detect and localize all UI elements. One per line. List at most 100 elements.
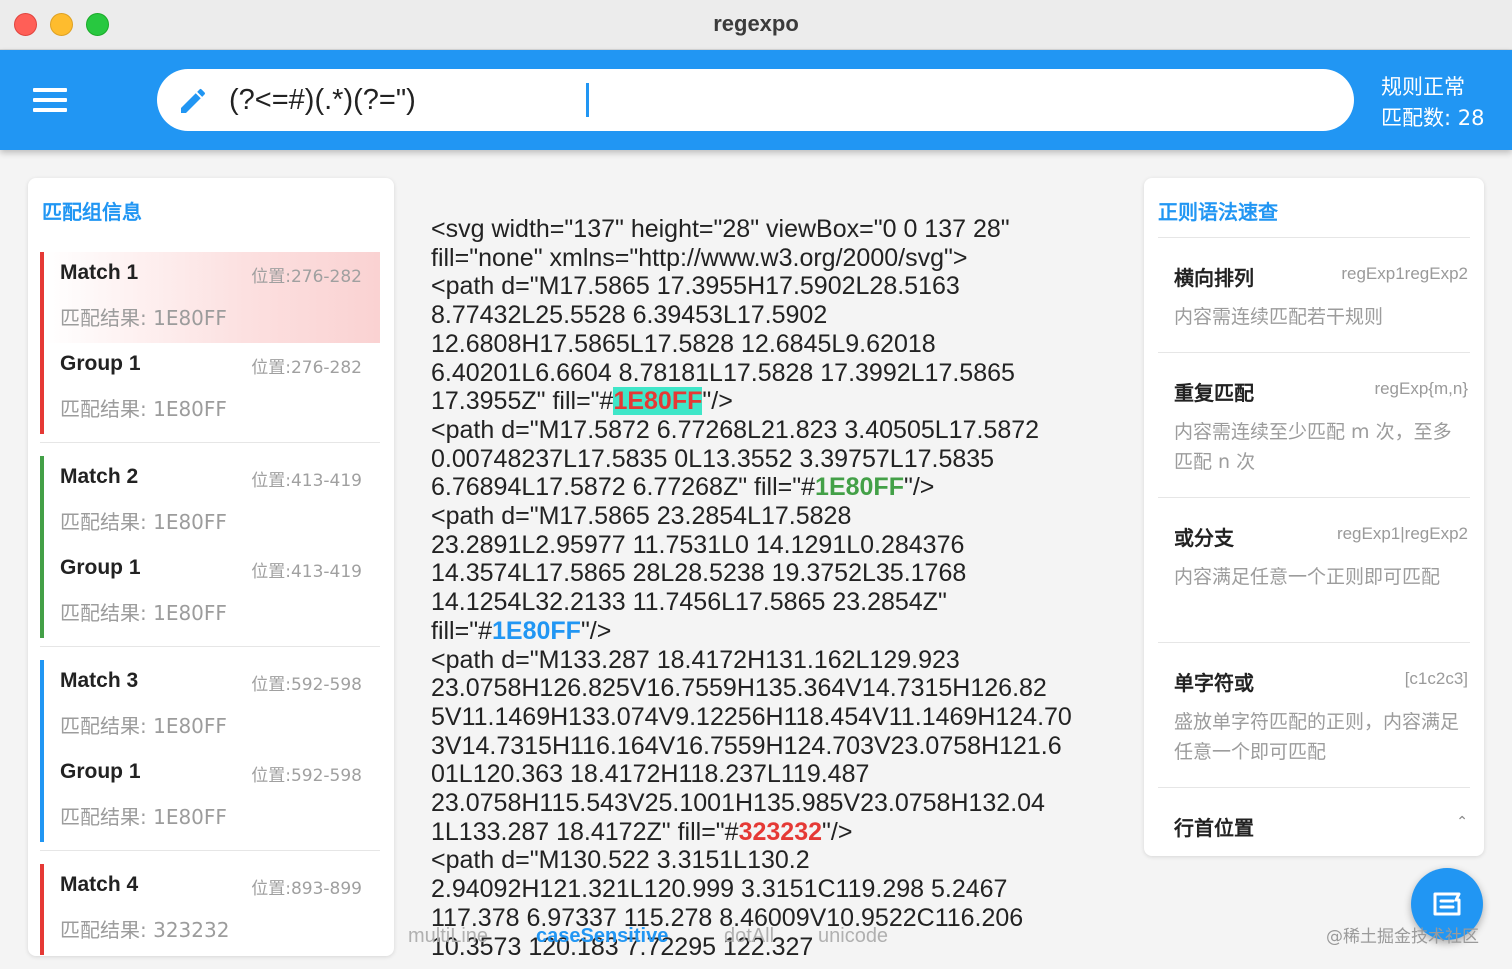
flag-case-sensitive[interactable]: caseSensitive bbox=[536, 925, 668, 948]
cheatsheet-item-code: [c1c2c3] bbox=[1404, 669, 1468, 688]
match-position: 位置:413-419 bbox=[251, 471, 362, 491]
code-line: 3V14.7315H116.164V16.7559H124.703V23.075… bbox=[431, 731, 1062, 760]
menu-icon[interactable] bbox=[33, 88, 67, 113]
regex-input[interactable] bbox=[229, 79, 1329, 121]
regex-search-bar bbox=[157, 69, 1354, 131]
group-row[interactable]: Group 1 位置:592-598 匹配结果: 1E80FF bbox=[44, 751, 380, 842]
panel-title: 正则语法速查 bbox=[1158, 200, 1278, 224]
code-line: <path d="M17.5872 6.77268L21.823 3.40505… bbox=[431, 415, 1040, 444]
match-result: 匹配结果: 1E80FF bbox=[60, 714, 227, 738]
cheatsheet-item-title: 重复匹配 bbox=[1174, 381, 1254, 405]
chevron-up-icon[interactable]: ⌃ bbox=[1456, 814, 1468, 830]
divider bbox=[40, 442, 380, 443]
match-position: 位置:592-598 bbox=[251, 675, 362, 695]
code-line: 12.6808H17.5865L17.5828 12.6845L9.62018 bbox=[431, 329, 936, 358]
syntax-cheatsheet-panel: 正则语法速查 横向排列 regExp1regExp2 内容需连续匹配若干规则 重… bbox=[1144, 178, 1484, 856]
code-line: 14.1254L32.2133 11.7456L17.5865 23.2854Z… bbox=[431, 588, 947, 617]
group-position: 位置:592-598 bbox=[251, 766, 362, 786]
divider bbox=[1158, 787, 1470, 788]
divider bbox=[1158, 497, 1470, 498]
status-rule-text: 规则正常 bbox=[1381, 75, 1465, 99]
cheatsheet-item-code: regExp{m,n} bbox=[1374, 379, 1468, 398]
cheatsheet-item-code: regExp1|regExp2 bbox=[1336, 524, 1468, 543]
divider bbox=[1158, 237, 1470, 238]
code-line: 14.3574L17.5865 28L28.5238 19.3752L35.17… bbox=[431, 559, 967, 588]
match-title: Match 1 bbox=[60, 261, 139, 284]
test-text-area[interactable]: <svg width="137" height="28" viewBox="0 … bbox=[431, 215, 1111, 961]
match-title: Match 3 bbox=[60, 669, 139, 692]
match-position: 位置:893-899 bbox=[251, 879, 362, 899]
app-bar: 规则正常 匹配数: 28 bbox=[0, 50, 1512, 150]
code-line-highlight: fill="#1E80FF"/> bbox=[431, 616, 612, 645]
cheatsheet-item[interactable]: 横向排列 regExp1regExp2 内容需连续匹配若干规则 bbox=[1144, 262, 1484, 352]
code-line: 01L120.363 18.4172H118.237L119.487 bbox=[431, 760, 870, 789]
code-line: 23.2891L2.95977 11.7531L0 14.1291L0.2843… bbox=[431, 530, 965, 559]
match-position: 位置:276-282 bbox=[251, 267, 362, 287]
cheatsheet-item[interactable]: 单字符或 [c1c2c3] 盛放单字符匹配的正则，内容满足任意一个即可匹配 bbox=[1144, 667, 1484, 787]
text-caret bbox=[586, 83, 589, 117]
regex-status: 规则正常 匹配数: 28 bbox=[1381, 72, 1484, 134]
group-title: Group 1 bbox=[60, 556, 141, 579]
code-line: 23.0758H115.543V25.1001H135.985V23.0758H… bbox=[431, 789, 1045, 818]
group-position: 位置:413-419 bbox=[251, 562, 362, 582]
code-lines: <path d="M17.5865 23.2854L17.5828 23.2891… bbox=[431, 502, 1111, 617]
flag-multiline[interactable]: multiLine bbox=[408, 925, 488, 948]
divider bbox=[40, 850, 380, 851]
group-row[interactable]: Group 1 位置:276-282 匹配结果: 1E80FF bbox=[44, 343, 380, 434]
match-row[interactable]: Match 4 位置:893-899 匹配结果: 323232 bbox=[44, 864, 380, 955]
cheatsheet-item-code: regExp1regExp2 bbox=[1341, 264, 1468, 283]
cheatsheet-item-desc: 盛放单字符匹配的正则，内容满足任意一个即可匹配 bbox=[1174, 711, 1460, 763]
code-line: 0.00748237L17.5835 0L13.3552 3.39757L17.… bbox=[431, 444, 995, 473]
match-block[interactable]: Match 1 位置:276-282 匹配结果: 1E80FF Group 1 … bbox=[40, 252, 380, 434]
group-title: Group 1 bbox=[60, 760, 141, 783]
match-block[interactable]: Match 4 位置:893-899 匹配结果: 323232 bbox=[40, 864, 380, 955]
group-position: 位置:276-282 bbox=[251, 358, 362, 378]
code-lines: <path d="M17.5872 6.77268L21.823 3.40505… bbox=[431, 416, 1111, 473]
code-line-highlight: 1L133.287 18.4172Z" fill="#323232"/> bbox=[431, 817, 853, 846]
status-match-count: 匹配数: 28 bbox=[1381, 106, 1485, 130]
code-lines: <svg width="137" height="28" viewBox="0 … bbox=[431, 215, 1111, 387]
match-highlight: 1E80FF bbox=[492, 616, 581, 645]
match-result: 匹配结果: 1E80FF bbox=[60, 510, 227, 534]
code-line: 5V11.1469H133.074V9.12256H118.454V11.146… bbox=[431, 702, 1072, 731]
code-line: fill="none" xmlns="http://www.w3.org/200… bbox=[431, 243, 968, 272]
cheatsheet-item-title: 行首位置 bbox=[1174, 816, 1254, 840]
cheatsheet-item[interactable]: 重复匹配 regExp{m,n} 内容需连续至少匹配 m 次，至多匹配 n 次 bbox=[1144, 377, 1484, 497]
code-line: 6.40201L6.6604 8.78181L17.5828 17.3992L1… bbox=[431, 358, 1015, 387]
match-highlight: 1E80FF bbox=[815, 473, 904, 502]
code-lines: <path d="M133.287 18.4172H131.162L129.92… bbox=[431, 646, 1111, 818]
cheatsheet-item[interactable]: 行首位置 ⌃ bbox=[1144, 812, 1484, 852]
match-highlight: 323232 bbox=[738, 817, 823, 846]
code-line: <svg width="137" height="28" viewBox="0 … bbox=[431, 215, 1010, 243]
match-block[interactable]: Match 3 位置:592-598 匹配结果: 1E80FF Group 1 … bbox=[40, 660, 380, 842]
code-line: <path d="M17.5865 17.3955H17.5902L28.516… bbox=[431, 272, 960, 301]
match-title: Match 4 bbox=[60, 873, 139, 896]
match-result: 匹配结果: 1E80FF bbox=[60, 306, 227, 330]
code-line: <path d="M133.287 18.4172H131.162L129.92… bbox=[431, 645, 960, 674]
code-line: 23.0758H126.825V16.7559H135.364V14.7315H… bbox=[431, 674, 1047, 703]
code-line-highlight: 17.3955Z" fill="#1E80FF"/> bbox=[431, 387, 733, 416]
window-title: regexpo bbox=[713, 11, 799, 36]
match-row[interactable]: Match 1 位置:276-282 匹配结果: 1E80FF bbox=[44, 252, 380, 343]
match-row[interactable]: Match 3 位置:592-598 匹配结果: 1E80FF bbox=[44, 660, 380, 751]
cheatsheet-item-desc: 内容需连续至少匹配 m 次，至多匹配 n 次 bbox=[1174, 421, 1452, 473]
group-result: 匹配结果: 1E80FF bbox=[60, 397, 227, 421]
code-line-highlight: 6.76894L17.5872 6.77268Z" fill="#1E80FF"… bbox=[431, 473, 935, 502]
flag-dotall[interactable]: dotAll bbox=[724, 925, 774, 948]
cheatsheet-item-title: 单字符或 bbox=[1174, 671, 1254, 695]
code-line: <path d="M130.522 3.3151L130.2 bbox=[431, 846, 810, 875]
match-block[interactable]: Match 2 位置:413-419 匹配结果: 1E80FF Group 1 … bbox=[40, 456, 380, 638]
cheatsheet-item-title: 横向排列 bbox=[1174, 266, 1254, 290]
match-result: 匹配结果: 323232 bbox=[60, 918, 230, 942]
group-row[interactable]: Group 1 位置:413-419 匹配结果: 1E80FF bbox=[44, 547, 380, 638]
active-match-highlight: 1E80FF bbox=[613, 387, 703, 416]
code-line: 8.77432L25.5528 6.39453L17.5902 bbox=[431, 301, 828, 330]
cheatsheet-item[interactable]: 或分支 regExp1|regExp2 内容满足任意一个正则即可匹配 bbox=[1144, 522, 1484, 642]
group-result: 匹配结果: 1E80FF bbox=[60, 601, 227, 625]
code-line: <path d="M17.5865 23.2854L17.5828 bbox=[431, 502, 852, 531]
match-row[interactable]: Match 2 位置:413-419 匹配结果: 1E80FF bbox=[44, 456, 380, 547]
window-titlebar: regexpo bbox=[0, 0, 1512, 50]
flag-unicode[interactable]: unicode bbox=[818, 925, 888, 948]
cheatsheet-item-desc: 内容满足任意一个正则即可匹配 bbox=[1174, 566, 1441, 588]
panel-title: 匹配组信息 bbox=[42, 200, 142, 224]
